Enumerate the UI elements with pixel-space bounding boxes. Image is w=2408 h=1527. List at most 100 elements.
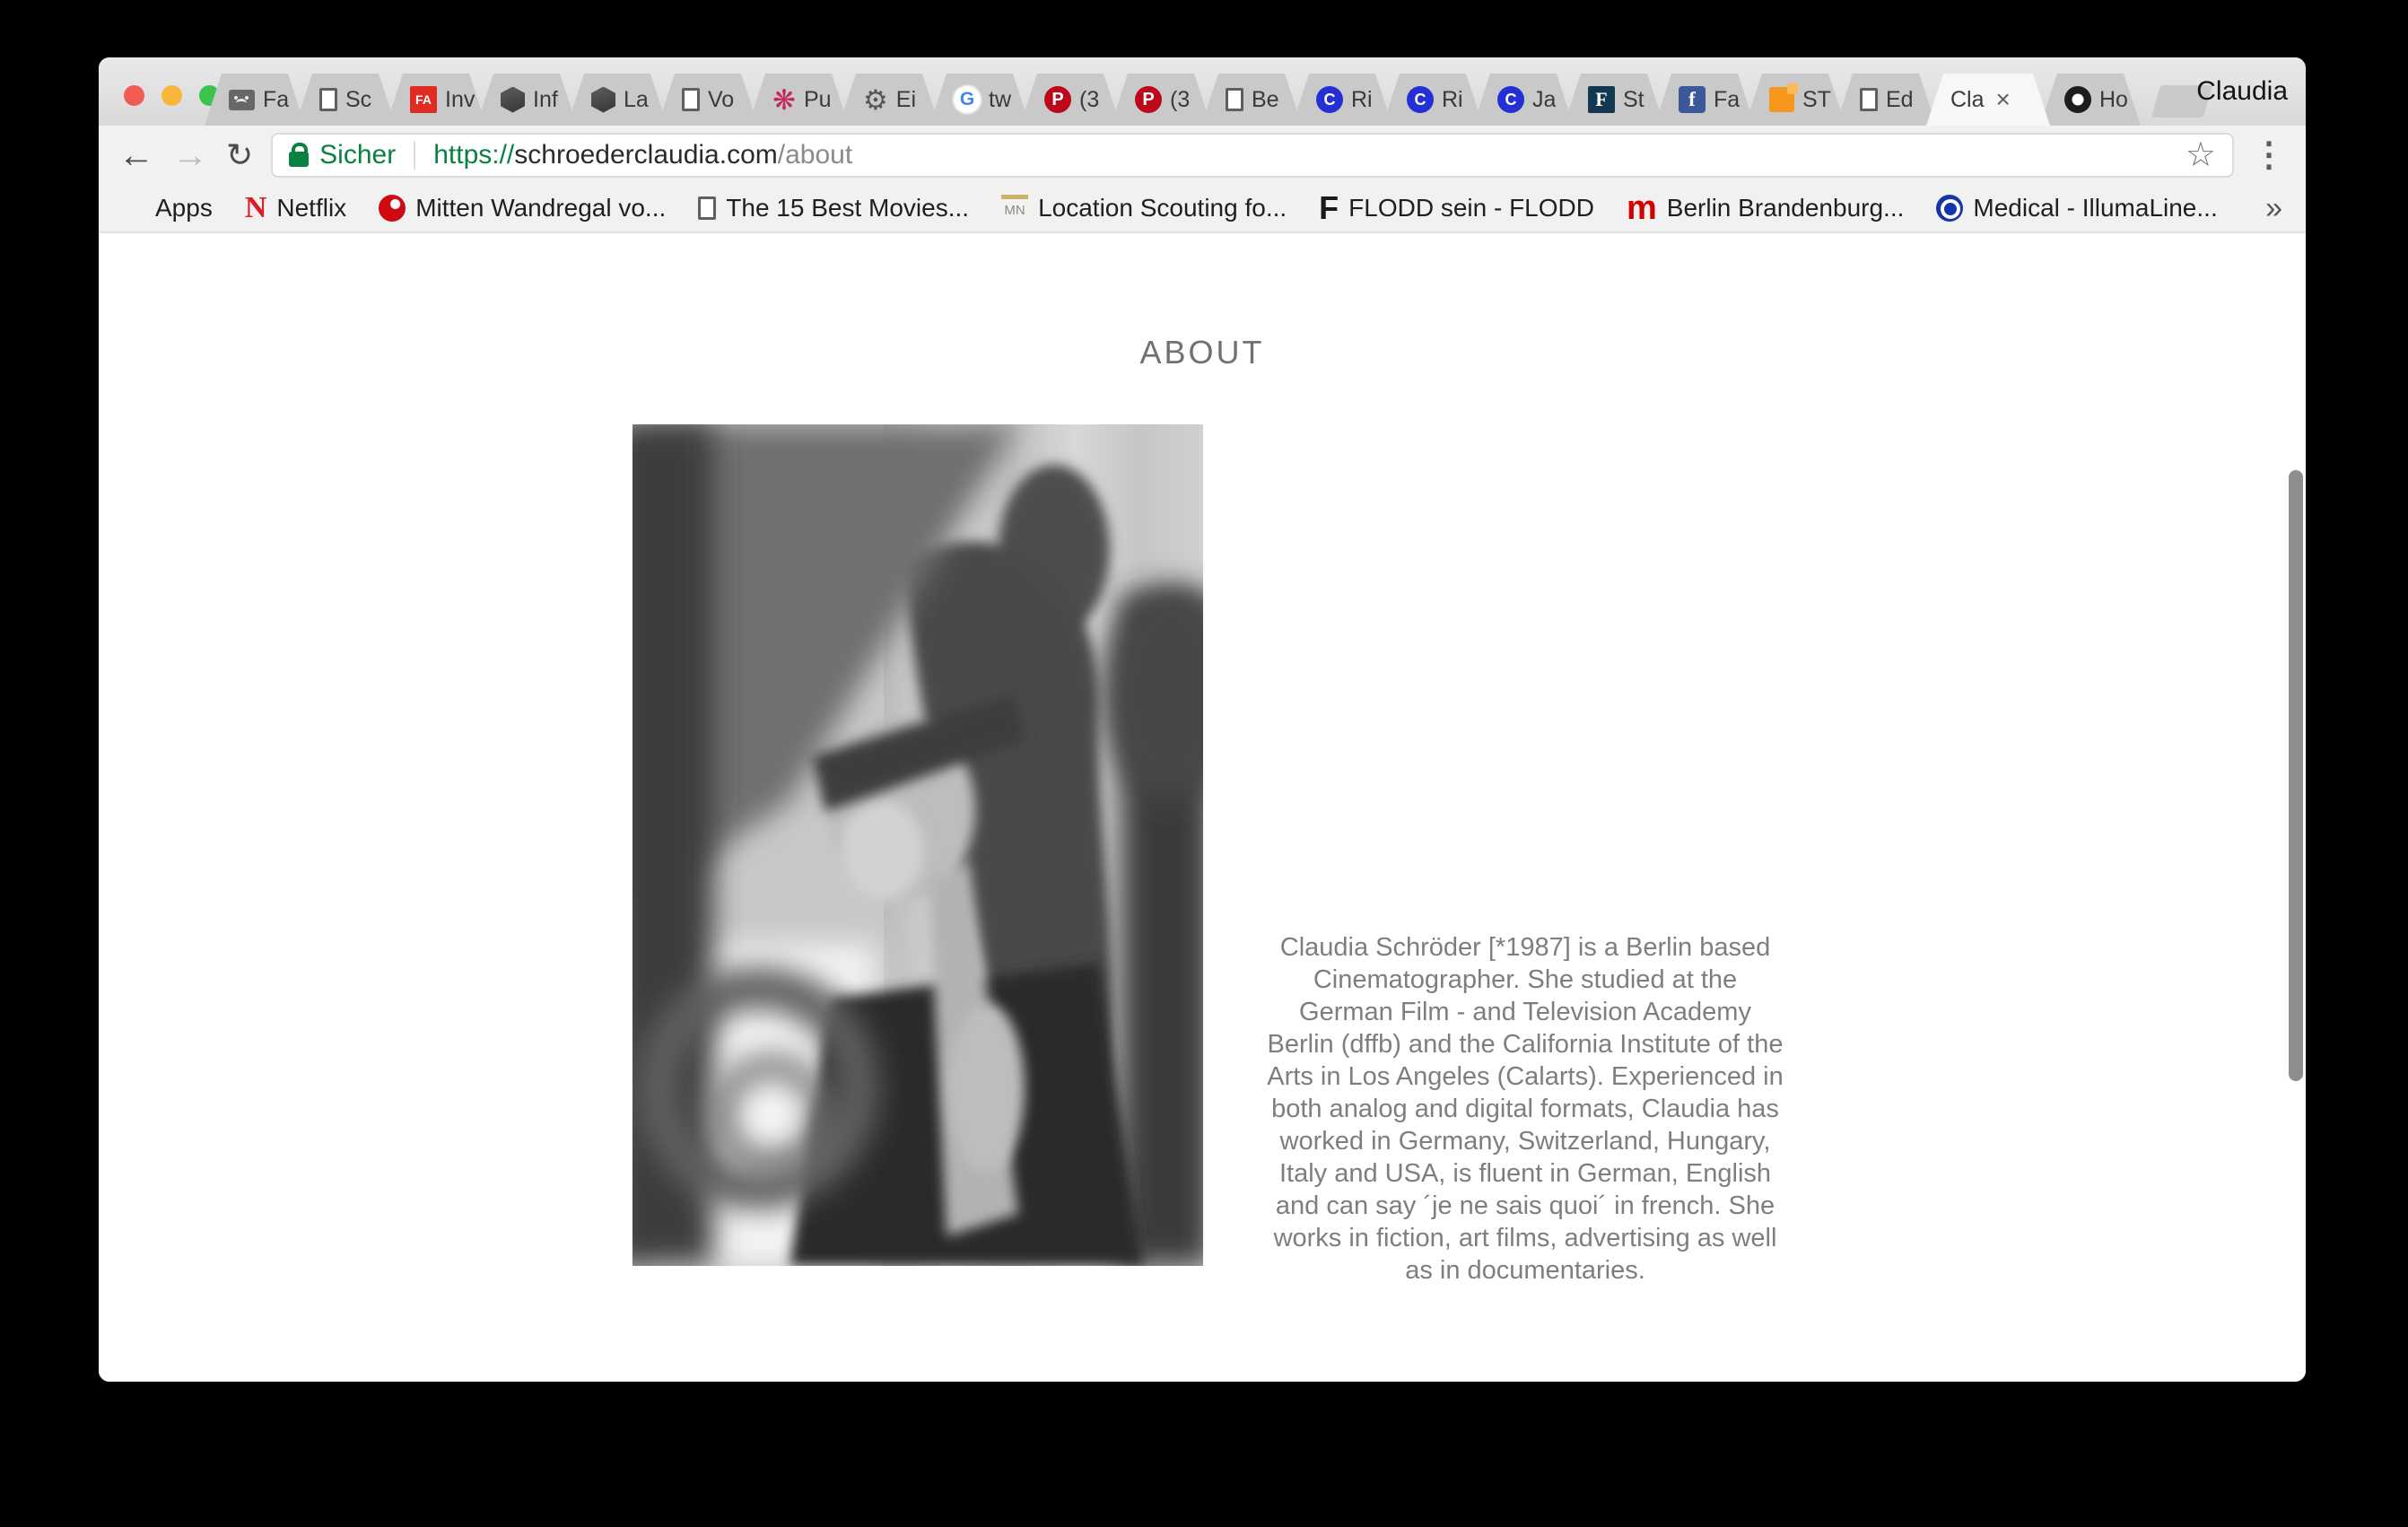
flower-icon bbox=[772, 86, 796, 114]
about-photo bbox=[633, 424, 1203, 1266]
tab-pinterest-2[interactable]: P (3 bbox=[1111, 74, 1211, 126]
tab-flower[interactable]: Pu bbox=[748, 74, 849, 126]
fa-badge-icon: FA bbox=[410, 86, 437, 113]
tab-pinterest-1[interactable]: P (3 bbox=[1020, 74, 1121, 126]
mn-grid-icon: MN bbox=[1001, 195, 1028, 222]
back-arrow-icon[interactable]: ← bbox=[118, 137, 154, 173]
tab-c-badge-2[interactable]: C Ri bbox=[1383, 74, 1483, 126]
netflix-icon: N bbox=[245, 191, 267, 225]
c-badge-icon: C bbox=[1497, 86, 1524, 113]
tab-document-2[interactable]: Vo bbox=[658, 74, 758, 126]
tab-facebook[interactable]: f Fa bbox=[1654, 74, 1755, 126]
tab-cube-2[interactable]: La bbox=[567, 74, 667, 126]
black-f-icon: F bbox=[1319, 189, 1339, 227]
security-label[interactable]: Sicher bbox=[319, 140, 396, 170]
facebook-icon: f bbox=[1679, 86, 1706, 113]
document-icon bbox=[319, 88, 337, 111]
tab-label: Cla bbox=[1950, 87, 1985, 113]
document-icon bbox=[1226, 88, 1243, 111]
tab-label: tw bbox=[989, 87, 1011, 113]
tab-document[interactable]: Sc bbox=[295, 74, 396, 126]
tab-c-badge-1[interactable]: C Ri bbox=[1292, 74, 1392, 126]
tab-orange[interactable]: ST bbox=[1745, 74, 1845, 126]
menu-dots-icon[interactable]: ⋮ bbox=[2252, 138, 2286, 172]
scrollbar-thumb[interactable] bbox=[2289, 470, 2303, 1081]
bookmark-label: FLODD sein - FLODD bbox=[1348, 194, 1594, 223]
tab-claudia-active[interactable]: Cla × bbox=[1926, 74, 2050, 126]
tab-label: Pu bbox=[804, 87, 832, 113]
tab-google[interactable]: G tw bbox=[929, 74, 1030, 126]
aperture-icon bbox=[2064, 86, 2091, 113]
gear-icon bbox=[863, 86, 888, 114]
bookmarks-bar: Apps N Netflix Mitten Wandregal vo... Th… bbox=[99, 185, 2306, 233]
google-icon: G bbox=[954, 86, 981, 113]
tab-label: Ri bbox=[1351, 87, 1373, 113]
bookmark-best-movies[interactable]: The 15 Best Movies... bbox=[698, 194, 969, 223]
bookmark-label: Location Scouting fo... bbox=[1038, 194, 1287, 223]
url-host: schroederclaudia.com bbox=[514, 140, 777, 170]
bookmark-label: The 15 Best Movies... bbox=[726, 194, 969, 223]
title-bar: Fa Sc FA Inv Inf La Vo bbox=[99, 57, 2306, 126]
minimize-window-button[interactable] bbox=[161, 85, 182, 106]
bookmarks-overflow-chevron-icon[interactable]: » bbox=[2265, 191, 2282, 226]
tab-label: Inf bbox=[533, 87, 558, 113]
tab-c-badge-3[interactable]: C Ja bbox=[1473, 74, 1574, 126]
tab-fa[interactable]: FA Inv bbox=[386, 74, 486, 126]
page-title: ABOUT bbox=[99, 334, 2306, 371]
tab-label: Inv bbox=[445, 87, 475, 113]
c-badge-icon: C bbox=[1316, 86, 1343, 113]
sad-folder-icon bbox=[229, 90, 255, 110]
tab-label: Vo bbox=[708, 87, 734, 113]
tab-favourites[interactable]: Fa bbox=[205, 74, 305, 126]
tab-document-3[interactable]: Be bbox=[1201, 74, 1302, 126]
tab-label: Ed bbox=[1886, 87, 1914, 113]
tab-strip: Fa Sc FA Inv Inf La Vo bbox=[205, 74, 2208, 126]
tab-label: Ei bbox=[896, 87, 916, 113]
bookmark-flodd[interactable]: F FLODD sein - FLODD bbox=[1319, 189, 1594, 227]
pinterest-icon: P bbox=[1044, 86, 1071, 113]
url-path: /about bbox=[778, 140, 852, 170]
red-dot-icon bbox=[379, 195, 406, 222]
bookmark-label: Apps bbox=[155, 194, 213, 223]
tab-settings[interactable]: Ei bbox=[839, 74, 939, 126]
bookmark-location-scouting[interactable]: MN Location Scouting fo... bbox=[1001, 194, 1287, 223]
reload-icon[interactable]: ↻ bbox=[226, 139, 253, 171]
close-window-button[interactable] bbox=[124, 85, 144, 106]
document-icon bbox=[682, 88, 700, 111]
tab-label: Sc bbox=[345, 87, 371, 113]
apps-grid-icon bbox=[122, 196, 145, 220]
pinterest-icon: P bbox=[1135, 86, 1162, 113]
document-icon bbox=[698, 196, 716, 220]
red-m-icon: m bbox=[1627, 195, 1657, 222]
bookmark-netflix[interactable]: N Netflix bbox=[245, 191, 346, 225]
bookmark-medical-illumaline[interactable]: Medical - IllumaLine... bbox=[1936, 194, 2217, 223]
tab-f-badge[interactable]: F St bbox=[1564, 74, 1664, 126]
tab-label: La bbox=[624, 87, 649, 113]
bookmark-star-icon[interactable]: ☆ bbox=[2186, 138, 2216, 172]
tab-label: Ri bbox=[1442, 87, 1463, 113]
forward-arrow-icon: → bbox=[172, 137, 208, 173]
tab-document-4[interactable]: Ed bbox=[1836, 74, 1936, 126]
address-bar[interactable]: Sicher https://schroederclaudia.com/abou… bbox=[271, 133, 2234, 178]
secure-lock-icon[interactable] bbox=[289, 152, 309, 167]
url-text[interactable]: https://schroederclaudia.com/about bbox=[433, 140, 852, 170]
tab-label: Be bbox=[1252, 87, 1279, 113]
tab-close-icon[interactable]: × bbox=[1996, 85, 2011, 114]
about-photo-graphic bbox=[633, 424, 1203, 1266]
document-icon bbox=[1860, 88, 1878, 111]
profile-name[interactable]: Claudia bbox=[2196, 76, 2288, 107]
c-badge-icon: C bbox=[1407, 86, 1434, 113]
bookmark-apps[interactable]: Apps bbox=[122, 194, 213, 223]
tab-label: St bbox=[1623, 87, 1645, 113]
tab-label: (3 bbox=[1079, 87, 1099, 113]
tab-label: Fa bbox=[1714, 87, 1740, 113]
tab-label: ST bbox=[1802, 87, 1831, 113]
tab-label: Fa bbox=[263, 87, 289, 113]
bookmark-mitten-wandregal[interactable]: Mitten Wandregal vo... bbox=[379, 194, 666, 223]
tab-aperture[interactable]: Ho bbox=[2040, 74, 2141, 126]
bookmark-label: Netflix bbox=[276, 194, 346, 223]
orange-box-icon bbox=[1769, 87, 1794, 112]
tab-cube-1[interactable]: Inf bbox=[476, 74, 577, 126]
bookmark-label: Mitten Wandregal vo... bbox=[415, 194, 666, 223]
bookmark-berlin-brandenburg[interactable]: m Berlin Brandenburg... bbox=[1627, 194, 1904, 223]
